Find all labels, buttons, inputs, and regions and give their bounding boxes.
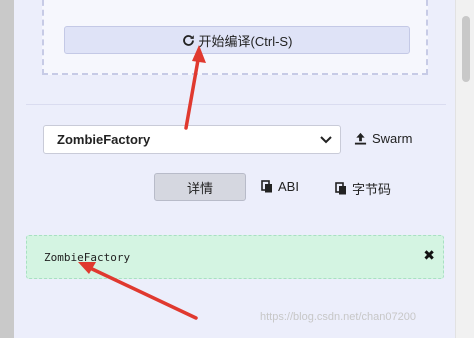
copy-icon [261, 180, 272, 193]
vertical-scrollbar[interactable] [455, 0, 474, 338]
scrollbar-thumb[interactable] [462, 16, 470, 82]
swarm-label: Swarm [372, 131, 413, 146]
contract-select-value: ZombieFactory [57, 132, 151, 147]
swarm-button[interactable]: Swarm [354, 131, 412, 146]
result-contract-name: ZombieFactory [44, 251, 131, 264]
start-compile-button[interactable]: 开始编译(Ctrl-S) [64, 26, 410, 54]
contract-card: ZombieFactory Swarm 详情 ABI 字节码 [26, 112, 446, 224]
left-rail [0, 0, 14, 338]
compile-result-box: ZombieFactory ✖ [26, 235, 444, 279]
details-label: 详情 [186, 180, 213, 196]
upload-icon [354, 132, 367, 145]
details-button[interactable]: 详情 [154, 173, 246, 201]
compile-options-card: 开始编译(Ctrl-S) [42, 0, 428, 75]
copy-icon [335, 182, 346, 195]
bytecode-copy-button[interactable]: 字节码 [335, 179, 391, 198]
watermark: https://blog.csdn.net/chan07200 [260, 311, 416, 323]
abi-label: ABI [278, 179, 299, 194]
close-icon[interactable]: ✖ [423, 247, 435, 264]
contract-select[interactable]: ZombieFactory [43, 125, 341, 154]
chevron-down-icon [320, 136, 332, 144]
refresh-icon [182, 34, 194, 46]
bytecode-label: 字节码 [352, 182, 392, 197]
section-divider [26, 104, 446, 105]
abi-copy-button[interactable]: ABI [261, 179, 299, 194]
start-compile-label: 开始编译(Ctrl-S) [198, 33, 293, 49]
